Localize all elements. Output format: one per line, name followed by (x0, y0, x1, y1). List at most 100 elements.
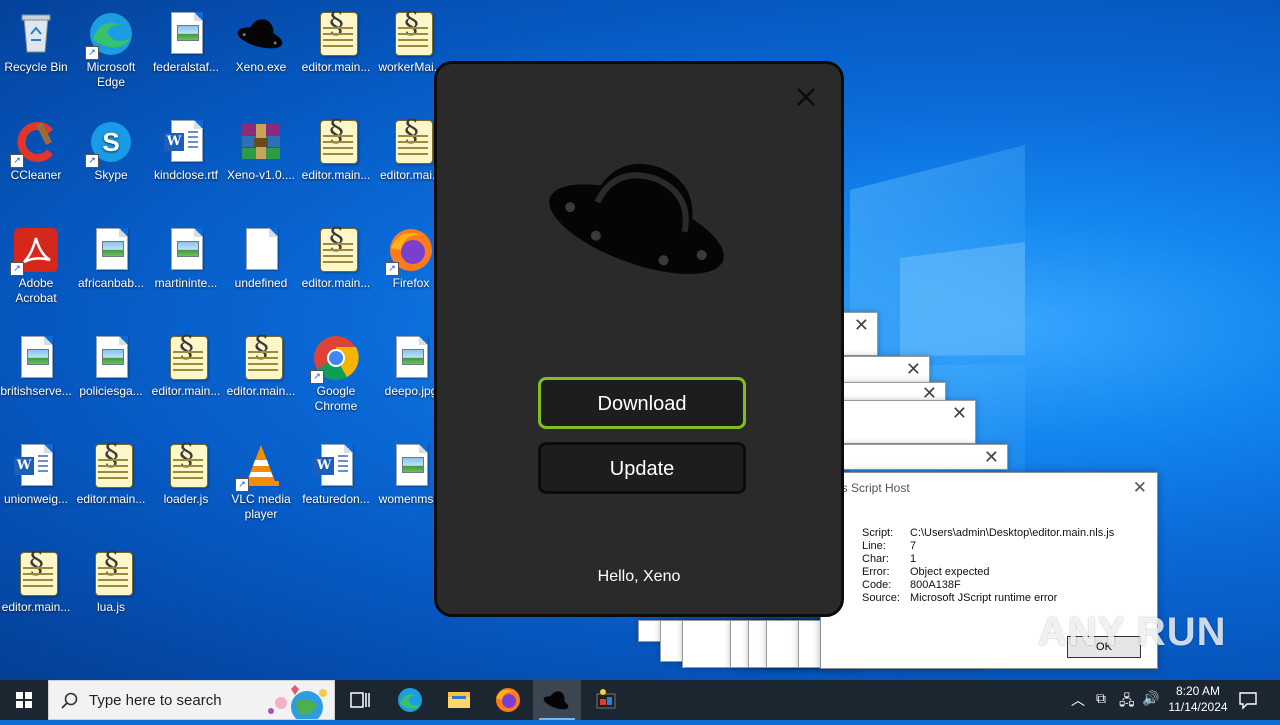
desktop-icon-image: § (312, 117, 360, 166)
close-icon[interactable]: ✕ (906, 359, 921, 380)
search-highlight-illustration-icon (268, 685, 327, 719)
desktop-icon-label: Adobe Acrobat (15, 276, 57, 305)
image-file-icon (96, 228, 128, 270)
desktop-icon-label: federalstaf... (152, 60, 220, 74)
script-file-icon: § (95, 441, 133, 488)
network-device-icon[interactable]: ⧉ (1096, 690, 1106, 707)
desktop-icon[interactable]: Xeno-v1.0.... (223, 112, 299, 183)
desktop-icon-label: editor.main... (301, 168, 371, 182)
desktop-icon[interactable]: britishserve... (0, 328, 74, 399)
image-file-icon (396, 444, 428, 486)
desktop-icon-image (387, 442, 435, 490)
desktop-icon[interactable]: Xeno.exe (223, 4, 299, 75)
image-file-icon (171, 12, 203, 54)
desktop-icon-image: § (12, 549, 60, 598)
taskbar-edge[interactable] (386, 680, 434, 720)
desktop-icon[interactable]: undefined (223, 220, 299, 291)
desktop-icon[interactable]: § editor.main... (0, 544, 74, 615)
clock-date: 11/14/2024 (1168, 700, 1228, 714)
error-detail-value: 1 (910, 553, 917, 565)
dialog-title: ws Script Host (833, 481, 910, 495)
error-detail-key: Source: (862, 592, 900, 604)
volume-icon[interactable]: 🔊 (1142, 690, 1159, 707)
desktop-icon[interactable]: § loader.js (148, 436, 224, 507)
desktop-icon[interactable]: ↗ VLC media player (223, 436, 299, 522)
desktop-icon-label: editor.main... (301, 276, 371, 290)
xeno-hat-icon (543, 691, 569, 710)
desktop-icon-label: Microsoft Edge (86, 60, 136, 89)
error-detail-key: Error: (862, 566, 890, 578)
desktop-icon[interactable]: ↗ Adobe Acrobat (0, 220, 74, 306)
taskbar-firefox[interactable] (484, 680, 532, 720)
desktop-icon-image: ↗ (385, 226, 435, 276)
edge-icon (398, 688, 422, 712)
taskbar-clock[interactable]: 8:20 AM 11/14/2024 (1162, 683, 1234, 715)
error-detail-value: C:\Users\admin\Desktop\editor.main.nls.j… (910, 527, 1115, 539)
taskbar-app[interactable] (582, 680, 630, 720)
desktop-icon-image: § (387, 9, 435, 58)
desktop-icon-label: VLC media player (231, 492, 291, 521)
desktop-icon[interactable]: § editor.main... (148, 328, 224, 399)
close-icon[interactable]: ✕ (952, 403, 967, 424)
desktop-icon-image: W (12, 442, 60, 490)
desktop-icon-label: loader.js (163, 492, 209, 506)
desktop-icon-image: § (312, 9, 360, 58)
desktop-icon-label: martininte... (154, 276, 218, 290)
desktop-icon[interactable]: § lua.js (73, 544, 149, 615)
image-file-icon (21, 336, 53, 378)
desktop-icon[interactable]: Recycle Bin (0, 4, 74, 75)
close-icon[interactable]: ✕ (984, 447, 999, 468)
firefox-icon (496, 688, 520, 712)
close-icon[interactable]: ✕ (1133, 478, 1147, 498)
desktop-icon[interactable]: § editor.main... (298, 112, 374, 183)
desktop-icon-image: ↗ (10, 226, 60, 276)
desktop-icon-label: editor.main... (1, 600, 71, 614)
desktop-icon[interactable]: § editor.main... (223, 328, 299, 399)
desktop-icon[interactable]: Wfeaturedon... (298, 436, 374, 507)
desktop-icon-image: § (87, 441, 135, 490)
xeno-hat-logo-icon (549, 163, 724, 275)
desktop-icon-image (12, 334, 60, 382)
desktop-icon[interactable]: § editor.main... (73, 436, 149, 507)
windows-start-icon[interactable] (0, 680, 48, 720)
desktop-icon-label: lua.js (96, 600, 125, 614)
desktop-icon[interactable]: ↗ Google Chrome (298, 328, 374, 414)
desktop-icon[interactable]: ↗ Microsoft Edge (73, 4, 149, 90)
desktop-icon-image (87, 334, 135, 382)
winrar-archive-icon (242, 124, 280, 159)
desktop-icon-image: ↗ (85, 10, 135, 60)
word-document-icon: W (314, 444, 353, 486)
search-icon (61, 692, 78, 709)
notifications-icon[interactable] (1238, 690, 1258, 710)
desktop-icon-label: britishserve... (0, 384, 72, 398)
script-file-icon: § (170, 441, 208, 488)
desktop-icon[interactable]: Wunionweig... (0, 436, 74, 507)
desktop-icon[interactable]: martininte... (148, 220, 224, 291)
desktop-icon[interactable]: § editor.main... (298, 4, 374, 75)
network-icon[interactable]: 🖧 (1119, 690, 1135, 714)
taskbar-search-box[interactable]: Type here to search (48, 680, 335, 720)
desktop-icon-image: § (162, 441, 210, 490)
desktop-icon[interactable]: ↗ CCleaner (0, 112, 74, 183)
desktop-icon[interactable]: africanbab... (73, 220, 149, 291)
close-icon[interactable] (795, 86, 817, 108)
desktop-icon[interactable]: Wkindclose.rtf (148, 112, 224, 183)
desktop-icon-label: editor.main... (301, 60, 371, 74)
desktop-icon[interactable]: policiesga... (73, 328, 149, 399)
error-detail-value: 800A138F (910, 579, 961, 591)
download-button[interactable]: Download (538, 377, 746, 429)
close-icon[interactable]: ✕ (854, 315, 869, 336)
error-detail-row: Code: 800A138F (862, 579, 961, 591)
desktop-icon[interactable]: § editor.main... (298, 220, 374, 291)
desktop-icon[interactable]: § workerMai... (373, 4, 449, 75)
desktop-icon[interactable]: federalstaf... (148, 4, 224, 75)
desktop-icon-image (162, 226, 210, 274)
task-view-button[interactable] (336, 680, 384, 720)
show-hidden-icons-chevron-icon[interactable]: ︿ (1071, 690, 1085, 710)
desktop-icon[interactable]: S ↗ Skype (73, 112, 149, 183)
update-button[interactable]: Update (538, 442, 746, 494)
taskbar-xeno[interactable] (533, 680, 581, 720)
desktop-icon-image: W (312, 442, 360, 490)
taskbar-file-explorer[interactable] (435, 680, 483, 720)
desktop-icon-image: § (312, 225, 360, 274)
